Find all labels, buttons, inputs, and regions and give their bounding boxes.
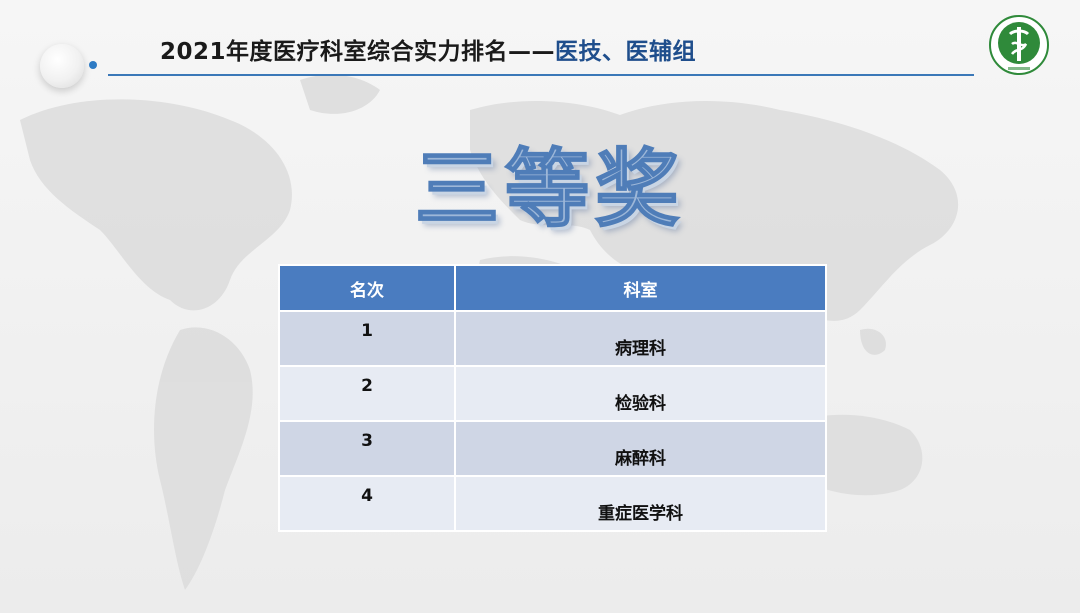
title-sub: 医技、医辅组 <box>555 39 697 65</box>
title-divider <box>108 74 974 76</box>
header-rank: 名次 <box>278 264 456 312</box>
dept-cell: 检验科 <box>454 365 827 422</box>
rank-cell: 3 <box>278 420 456 477</box>
decorative-dot <box>89 61 97 69</box>
header-dept: 科室 <box>454 264 827 312</box>
rank-cell: 1 <box>278 310 456 367</box>
decorative-circle <box>40 44 84 88</box>
dept-cell: 重症医学科 <box>454 475 827 532</box>
table-row: 4 重症医学科 <box>278 475 827 532</box>
rank-cell: 4 <box>278 475 456 532</box>
rank-cell: 2 <box>278 365 456 422</box>
table-header-row: 名次 科室 <box>278 264 827 312</box>
title-main: 2021年度医疗科室综合实力排名—— <box>160 39 556 65</box>
table-row: 2 检验科 <box>278 365 827 422</box>
dept-cell: 病理科 <box>454 310 827 367</box>
slide: 2021年度医疗科室综合实力排名——医技、医辅组 三等奖 名次 科室 1 病理科… <box>0 0 1080 613</box>
table-row: 1 病理科 <box>278 310 827 367</box>
award-title: 三等奖 <box>414 139 685 239</box>
dept-cell: 麻醉科 <box>454 420 827 477</box>
table-row: 3 麻醉科 <box>278 420 827 477</box>
page-title: 2021年度医疗科室综合实力排名——医技、医辅组 <box>160 32 696 66</box>
hospital-emblem-icon <box>989 15 1049 75</box>
ranking-table: 名次 科室 1 病理科 2 检验科 3 麻醉科 4 重症医学科 <box>278 264 827 532</box>
